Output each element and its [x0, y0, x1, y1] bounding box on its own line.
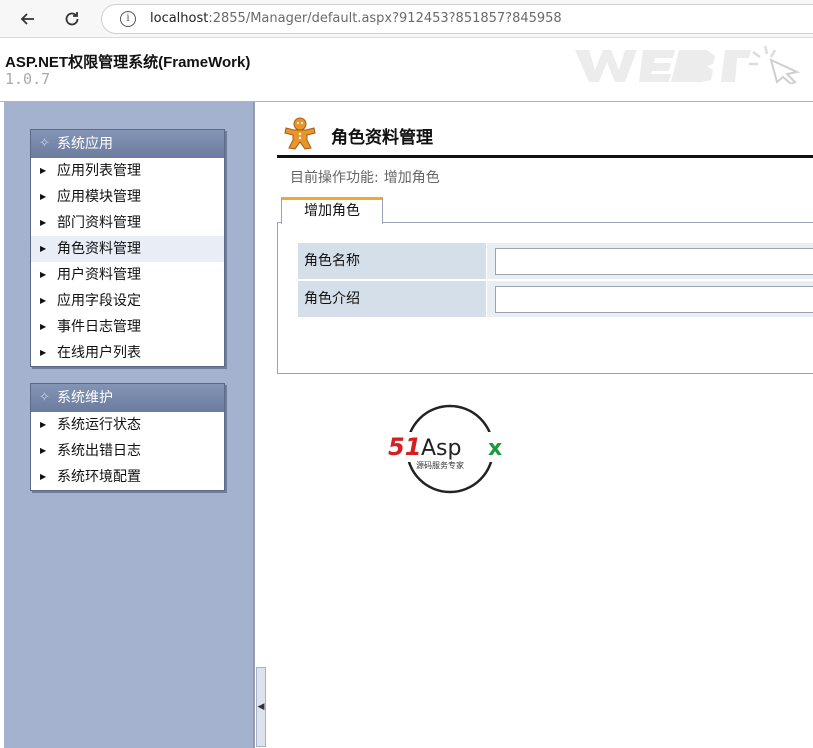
reload-icon[interactable]: [60, 7, 84, 31]
panel-title: 系统应用: [57, 136, 113, 152]
sidebar-item-departments[interactable]: ▶ 部门资料管理: [31, 210, 224, 236]
triangle-right-icon: ▶: [40, 296, 47, 305]
triangle-right-icon: ▶: [40, 270, 47, 279]
sidebar-item-run-status[interactable]: ▶ 系统运行状态: [31, 412, 224, 438]
address-bar[interactable]: i localhost:2855/Manager/default.aspx?91…: [101, 4, 813, 34]
site-info-icon[interactable]: i: [120, 11, 136, 27]
sidebar: ✧ 系统应用 ▶ 应用列表管理 ▶ 应用模块管理 ▶ 部门资料管理 ▶ 角色资料管理 ▶ 用…: [4, 102, 254, 748]
back-arrow-icon[interactable]: [16, 7, 40, 31]
triangle-right-icon: ▶: [40, 322, 47, 331]
app-title: ASP.NET权限管理系统(FrameWork): [5, 54, 251, 71]
header-watermark-graphic: [575, 42, 813, 84]
svg-text:源码服务专家: 源码服务专家: [416, 460, 464, 470]
triangle-right-icon: ▶: [40, 446, 47, 455]
sidebar-item-error-log[interactable]: ▶ 系统出错日志: [31, 438, 224, 464]
51aspx-logo: 51 Asp x 源码服务专家: [386, 402, 514, 496]
triangle-right-icon: ▶: [40, 218, 47, 227]
sparkle-icon: ✧: [39, 136, 50, 151]
sidebar-item-env-config[interactable]: ▶ 系统环境配置: [31, 464, 224, 490]
main-content: 角色资料管理 目前操作功能: 增加角色 增加角色 角色名称 角色介绍 51 Asp…: [268, 102, 813, 748]
current-op-label: 目前操作功能:: [290, 170, 379, 186]
triangle-right-icon: ▶: [40, 244, 47, 253]
sidebar-item-users[interactable]: ▶ 用户资料管理: [31, 262, 224, 288]
current-op-value: 增加角色: [383, 170, 440, 186]
sidebar-item-app-list[interactable]: ▶ 应用列表管理: [31, 158, 224, 184]
current-operation: 目前操作功能: 增加角色: [290, 167, 440, 187]
role-name-input[interactable]: [495, 248, 813, 275]
triangle-right-icon: ▶: [40, 348, 47, 357]
browser-toolbar: i localhost:2855/Manager/default.aspx?91…: [0, 0, 813, 38]
form-row-role-name: 角色名称: [298, 243, 813, 280]
panel-title: 系统维护: [57, 390, 113, 406]
page-title-row: 角色资料管理: [277, 116, 813, 156]
page-title: 角色资料管理: [331, 128, 433, 148]
sidebar-item-event-log[interactable]: ▶ 事件日志管理: [31, 314, 224, 340]
role-description-cell: [487, 281, 813, 318]
role-description-label: 角色介绍: [298, 281, 486, 318]
triangle-right-icon: ▶: [40, 166, 47, 175]
form-row-role-description: 角色介绍: [298, 281, 813, 318]
sidebar-item-app-modules[interactable]: ▶ 应用模块管理: [31, 184, 224, 210]
triangle-left-icon: ◀: [257, 702, 265, 712]
triangle-right-icon: ▶: [40, 420, 47, 429]
collapse-sidebar-handle[interactable]: ◀: [256, 667, 266, 747]
panel-system-maintenance: ✧ 系统维护 ▶ 系统运行状态 ▶ 系统出错日志 ▶ 系统环境配置: [30, 383, 225, 491]
svg-text:Asp: Asp: [421, 436, 461, 461]
panel-header[interactable]: ✧ 系统维护: [31, 384, 224, 412]
svg-text:51: 51: [388, 433, 421, 461]
url-text: localhost:2855/Manager/default.aspx?9124…: [150, 11, 562, 26]
panel-header[interactable]: ✧ 系统应用: [31, 130, 224, 158]
panel-system-apps: ✧ 系统应用 ▶ 应用列表管理 ▶ 应用模块管理 ▶ 部门资料管理 ▶ 角色资料管理 ▶ 用…: [30, 129, 225, 367]
triangle-right-icon: ▶: [40, 192, 47, 201]
gingerbread-man-icon: [284, 117, 316, 150]
sparkle-icon: ✧: [39, 390, 50, 405]
title-divider: [277, 155, 813, 158]
role-name-label: 角色名称: [298, 243, 486, 280]
app-header: ASP.NET权限管理系统(FrameWork) 1.0.7: [0, 38, 813, 102]
sidebar-item-roles[interactable]: ▶ 角色资料管理: [31, 236, 224, 262]
sidebar-splitter[interactable]: ◀: [254, 102, 268, 748]
role-description-input[interactable]: [495, 286, 813, 313]
triangle-right-icon: ▶: [40, 472, 47, 481]
app-version: 1.0.7: [5, 70, 51, 88]
sidebar-item-app-fields[interactable]: ▶ 应用字段设定: [31, 288, 224, 314]
svg-text:x: x: [488, 436, 502, 461]
tab-add-role[interactable]: 增加角色: [281, 197, 383, 224]
sidebar-item-online-users[interactable]: ▶ 在线用户列表: [31, 340, 224, 366]
add-role-form: 角色名称 角色介绍: [277, 222, 813, 374]
role-name-cell: [487, 243, 813, 280]
